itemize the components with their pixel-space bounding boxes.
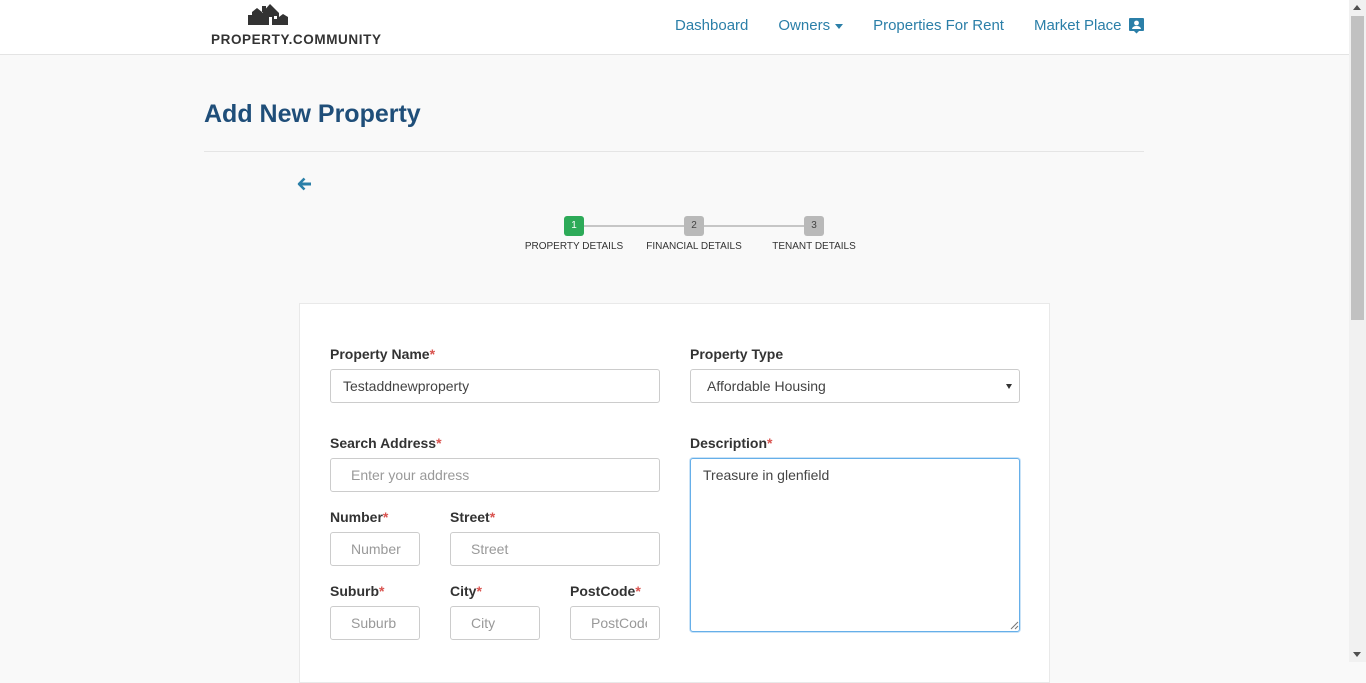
suburb-label-text: Suburb: [330, 583, 379, 599]
nav-dashboard[interactable]: Dashboard: [675, 17, 748, 34]
required-marker: *: [429, 346, 436, 362]
account-box-icon[interactable]: [1128, 17, 1145, 34]
chevron-down-icon: [1006, 384, 1012, 389]
required-marker: *: [476, 583, 482, 599]
search-address-input[interactable]: [330, 458, 660, 492]
required-marker: *: [436, 435, 442, 451]
arrow-left-icon[interactable]: [297, 176, 313, 192]
required-marker: *: [379, 583, 385, 599]
top-navbar: PROPERTY.COMMUNITY Dashboard Owners Prop…: [0, 0, 1349, 55]
street-input[interactable]: [450, 532, 660, 566]
nav-owners-label: Owners: [778, 17, 831, 34]
search-address-label-text: Search Address: [330, 435, 437, 451]
stepper-connector: [704, 225, 804, 227]
number-label: Number*: [330, 509, 388, 525]
house-logo-icon: [248, 4, 288, 25]
property-type-select[interactable]: Affordable Housing: [690, 369, 1020, 403]
property-name-label-text: Property Name: [330, 346, 430, 362]
required-marker: *: [767, 435, 773, 451]
step-3-label: TENANT DETAILS: [772, 241, 856, 252]
step-2-indicator[interactable]: 2: [684, 216, 704, 236]
property-community-logo[interactable]: PROPERTY.COMMUNITY: [208, 2, 381, 50]
number-label-text: Number: [330, 509, 383, 525]
property-type-selected: Affordable Housing: [707, 378, 826, 394]
nav-market-place[interactable]: Market Place: [1034, 17, 1122, 34]
postcode-label-text: PostCode: [570, 583, 636, 599]
step-1-indicator[interactable]: 1: [564, 216, 584, 236]
step-2-label: FINANCIAL DETAILS: [646, 241, 742, 252]
scroll-up-icon[interactable]: [1353, 5, 1361, 10]
caret-down-icon: [835, 23, 844, 29]
property-type-label: Property Type: [690, 346, 784, 362]
city-input[interactable]: [450, 606, 540, 640]
description-label-text: Description: [690, 435, 768, 451]
property-name-input[interactable]: [330, 369, 660, 403]
logo-text: PROPERTY.COMMUNITY: [211, 32, 382, 47]
required-marker: *: [382, 509, 389, 525]
postcode-input[interactable]: [570, 606, 660, 640]
title-divider: [204, 151, 1144, 152]
page-scrollbar[interactable]: [1349, 0, 1366, 662]
postcode-label: PostCode*: [570, 583, 641, 599]
scroll-down-icon[interactable]: [1353, 652, 1361, 657]
city-label-text: City: [450, 583, 477, 599]
street-label-text: Street: [450, 509, 490, 525]
nav-owners-dropdown[interactable]: Owners: [778, 17, 844, 34]
suburb-label: Suburb*: [330, 583, 384, 599]
stepper-connector: [584, 225, 684, 227]
search-address-label: Search Address*: [330, 435, 442, 451]
step-3-indicator[interactable]: 3: [804, 216, 824, 236]
nav-properties-for-rent[interactable]: Properties For Rent: [873, 17, 1004, 34]
scrollbar-thumb[interactable]: [1351, 16, 1364, 320]
main-nav: Dashboard Owners Properties For Rent Mar…: [675, 17, 1152, 34]
required-marker: *: [635, 583, 641, 599]
required-marker: *: [489, 509, 496, 525]
page-title: Add New Property: [204, 100, 421, 128]
description-label: Description*: [690, 435, 772, 451]
step-1-label: PROPERTY DETAILS: [524, 241, 624, 252]
street-label: Street*: [450, 509, 495, 525]
resize-handle-icon[interactable]: [1009, 620, 1019, 630]
property-name-label: Property Name*: [330, 346, 435, 362]
description-textarea[interactable]: Treasure in glenfield: [690, 458, 1020, 632]
suburb-input[interactable]: [330, 606, 420, 640]
number-input[interactable]: [330, 532, 420, 566]
city-label: City*: [450, 583, 482, 599]
